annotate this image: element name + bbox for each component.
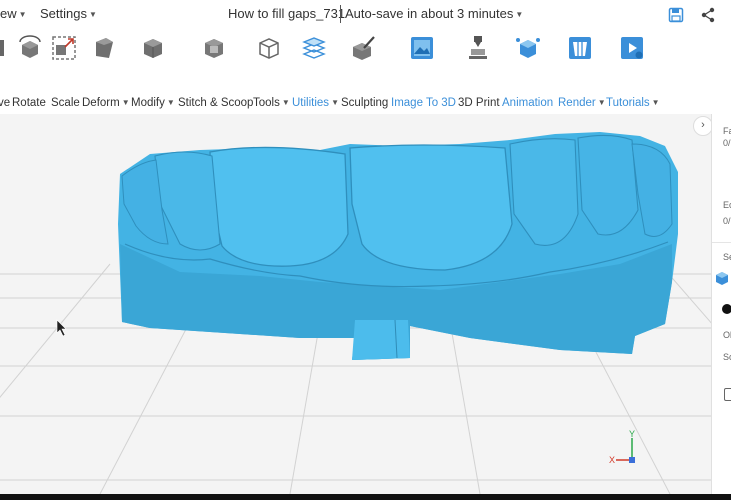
save-icon[interactable] xyxy=(668,7,684,23)
deform-icon xyxy=(96,38,113,58)
chevron-down-icon: ▼ xyxy=(18,10,27,20)
menu-bar: ew ▼ Settings ▼ How to fill gaps_731 Auto-… xyxy=(0,0,731,30)
chevron-down-icon: ▼ xyxy=(166,98,175,108)
chevron-down-icon: ▼ xyxy=(281,98,290,108)
tutorials-icon xyxy=(621,37,643,59)
chevron-down-icon: ▼ xyxy=(331,98,339,108)
3d-viewport[interactable]: Y X xyxy=(0,114,711,494)
tool-render[interactable]: Render ▼ xyxy=(558,34,606,109)
axis-x-label: X xyxy=(609,455,615,465)
chevron-down-icon: ▼ xyxy=(121,98,130,108)
sculpting-icon xyxy=(353,36,375,60)
axis-gizmo: Y X xyxy=(609,429,635,465)
3d-print-icon xyxy=(469,36,487,59)
utilities-icon xyxy=(302,37,326,59)
modify-icon xyxy=(144,39,162,58)
tool-utilities[interactable]: Utilities ▼ xyxy=(292,34,339,109)
panel-faces-label: Fa xyxy=(723,126,731,136)
panel-collapse-button[interactable]: › xyxy=(693,116,713,136)
panel-edges-value: 0/ xyxy=(723,216,731,226)
title-separator xyxy=(340,5,341,23)
tool-scale[interactable]: Scale xyxy=(50,34,80,109)
tool-sculpting[interactable]: Sculpting xyxy=(341,34,388,109)
panel-divider xyxy=(712,242,731,243)
tool-stitch-scoop[interactable]: Stitch & Scoop xyxy=(178,34,253,109)
panel-source-label: So xyxy=(723,352,731,362)
tool-tutorials[interactable]: Tutorials ▼ xyxy=(606,34,660,109)
chevron-right-icon: › xyxy=(701,119,705,131)
chevron-down-icon: ▼ xyxy=(88,10,97,20)
right-panel: Fa 0/ Ec 0/ Sel Ob So xyxy=(711,114,731,494)
dental-model[interactable] xyxy=(118,132,678,360)
share-icon[interactable] xyxy=(700,7,716,23)
tool-move[interactable]: ve xyxy=(0,34,10,109)
animation-icon xyxy=(516,38,540,58)
panel-object-label: Ob xyxy=(723,330,731,340)
tool-3d-print[interactable]: 3D Print xyxy=(458,34,500,109)
tool-deform[interactable]: Deform ▼ xyxy=(82,34,130,109)
tool-tools[interactable]: Tools ▼ xyxy=(253,34,290,109)
settings-menu[interactable]: Settings ▼ xyxy=(40,6,97,21)
tool-rotate[interactable]: Rotate xyxy=(12,34,48,109)
cube-select-icon[interactable] xyxy=(714,270,730,286)
scale-icon xyxy=(52,36,76,60)
document-title[interactable]: How to fill gaps_731 xyxy=(228,6,345,21)
tools-icon xyxy=(259,38,279,59)
autosave-status[interactable]: Auto-save in about 3 minutes ▼ xyxy=(345,6,523,21)
chevron-down-icon: ▼ xyxy=(515,10,524,20)
view-menu[interactable]: ew ▼ xyxy=(0,6,27,21)
axis-y-label: Y xyxy=(629,429,635,439)
move-icon xyxy=(0,40,4,56)
panel-select-label: Sel xyxy=(723,252,731,262)
color-swatch[interactable] xyxy=(722,304,731,314)
image-to-3d-icon xyxy=(411,37,433,59)
checkbox[interactable] xyxy=(724,388,731,401)
chevron-down-icon: ▼ xyxy=(651,98,660,108)
stitch-scoop-icon xyxy=(205,39,223,58)
render-icon xyxy=(569,37,591,59)
rotate-icon xyxy=(19,35,41,58)
tool-modify[interactable]: Modify ▼ xyxy=(131,34,175,109)
panel-faces-value: 0/ xyxy=(723,138,731,148)
scene-canvas[interactable]: Y X xyxy=(0,114,711,494)
tool-image-to-3d[interactable]: Image To 3D xyxy=(391,34,456,109)
chevron-down-icon: ▼ xyxy=(597,98,606,108)
tool-animation[interactable]: Animation xyxy=(502,34,554,109)
bottom-edge xyxy=(0,494,731,500)
panel-edges-label: Ec xyxy=(723,200,731,210)
